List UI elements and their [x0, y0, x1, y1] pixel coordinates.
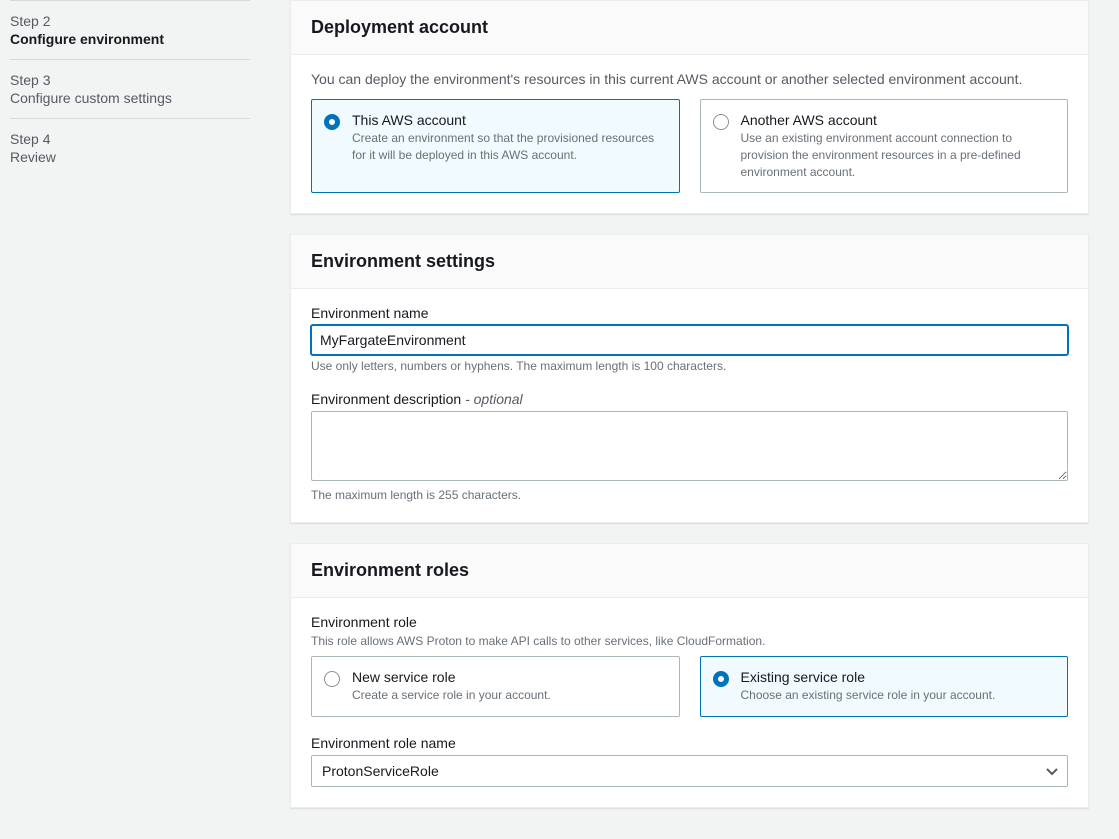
- environment-role-name-label: Environment role name: [311, 735, 1068, 751]
- radio-title: Existing service role: [741, 669, 1054, 685]
- environment-role-label: Environment role: [311, 614, 1068, 630]
- main-content: Deployment account You can deploy the en…: [290, 0, 1119, 828]
- environment-description-label: Environment description - optional: [311, 391, 1068, 407]
- radio-existing-service-role[interactable]: Existing service role Choose an existing…: [700, 656, 1069, 717]
- radio-this-aws-account[interactable]: This AWS account Create an environment s…: [311, 99, 680, 193]
- card-header: Deployment account: [291, 1, 1088, 55]
- radio-icon: [713, 671, 729, 687]
- environment-name-label: Environment name: [311, 305, 1068, 321]
- deployment-account-heading: Deployment account: [311, 17, 1068, 38]
- deployment-account-card: Deployment account You can deploy the en…: [290, 0, 1089, 214]
- select-value: ProtonServiceRole: [322, 763, 439, 779]
- radio-icon: [713, 114, 729, 130]
- radio-icon: [324, 114, 340, 130]
- card-header: Environment roles: [291, 544, 1088, 598]
- environment-roles-heading: Environment roles: [311, 560, 1068, 581]
- step-3[interactable]: Step 3 Configure custom settings: [10, 60, 250, 119]
- environment-role-name-select[interactable]: ProtonServiceRole: [311, 755, 1068, 787]
- deployment-intro: You can deploy the environment's resourc…: [311, 71, 1068, 87]
- step-number: Step 3: [10, 72, 250, 88]
- environment-settings-card: Environment settings Environment name Us…: [290, 234, 1089, 523]
- card-header: Environment settings: [291, 235, 1088, 289]
- radio-title: This AWS account: [352, 112, 665, 128]
- step-2[interactable]: Step 2 Configure environment: [10, 1, 250, 60]
- radio-description: Create an environment so that the provis…: [352, 130, 665, 164]
- environment-settings-heading: Environment settings: [311, 251, 1068, 272]
- optional-text: - optional: [461, 391, 522, 407]
- step-number: Step 4: [10, 131, 250, 147]
- environment-roles-card: Environment roles Environment role This …: [290, 543, 1089, 808]
- radio-description: Choose an existing service role in your …: [741, 687, 1054, 704]
- environment-role-sublabel: This role allows AWS Proton to make API …: [311, 634, 1068, 648]
- radio-another-aws-account[interactable]: Another AWS account Use an existing envi…: [700, 99, 1069, 193]
- environment-name-hint: Use only letters, numbers or hyphens. Th…: [311, 359, 1068, 373]
- radio-new-service-role[interactable]: New service role Create a service role i…: [311, 656, 680, 717]
- radio-description: Use an existing environment account conn…: [741, 130, 1054, 180]
- label-text: Environment description: [311, 391, 461, 407]
- environment-name-input[interactable]: [311, 325, 1068, 355]
- step-title: Review: [10, 149, 250, 165]
- radio-title: Another AWS account: [741, 112, 1054, 128]
- step-title: Configure custom settings: [10, 90, 250, 106]
- step-4[interactable]: Step 4 Review: [10, 119, 250, 177]
- environment-description-input[interactable]: [311, 411, 1068, 481]
- radio-title: New service role: [352, 669, 665, 685]
- step-number: Step 2: [10, 13, 250, 29]
- step-title: Configure environment: [10, 31, 250, 47]
- environment-description-hint: The maximum length is 255 characters.: [311, 488, 1068, 502]
- radio-description: Create a service role in your account.: [352, 687, 665, 704]
- radio-icon: [324, 671, 340, 687]
- wizard-sidebar: Step 2 Configure environment Step 3 Conf…: [0, 0, 290, 828]
